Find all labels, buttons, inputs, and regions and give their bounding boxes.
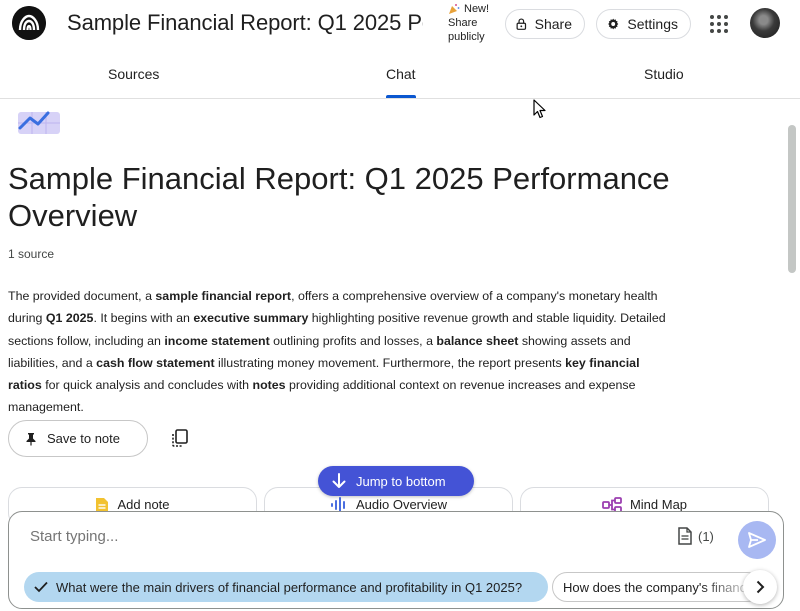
next-suggestions-button[interactable] [743, 570, 777, 604]
app-header: Sample Financial Report: Q1 2025 Perform… [0, 0, 800, 48]
send-button[interactable] [738, 521, 776, 559]
selected-sources-chip[interactable]: (1) [678, 527, 714, 545]
apps-grid-icon[interactable] [709, 14, 729, 34]
suggested-question-chip[interactable]: What were the main drivers of financial … [24, 572, 548, 602]
summary-text: . It begins with an [93, 311, 194, 326]
summary-keyword: Q1 2025 [45, 311, 94, 326]
share-publicly-label-2: publicly [448, 31, 485, 43]
share-button[interactable]: Share [505, 9, 585, 39]
settings-button[interactable]: Settings [596, 9, 691, 39]
summary-text: for quick analysis and concludes with [41, 378, 253, 393]
check-icon [34, 581, 48, 593]
arrow-down-icon [332, 473, 346, 488]
summary-keyword: notes [252, 378, 286, 393]
active-tab-indicator [386, 95, 416, 98]
suggested-question-chip-2[interactable]: How does the company's financial [552, 572, 762, 602]
page-title: Sample Financial Report: Q1 2025 Perform… [8, 161, 670, 233]
summary-keyword: sample financial report [155, 289, 292, 303]
suggested-question-text: What were the main drivers of financial … [56, 579, 523, 595]
share-button-label: Share [534, 16, 572, 32]
tab-studio[interactable]: Studio [644, 66, 684, 82]
share-publicly-label: Share [448, 17, 478, 29]
summary-keyword: income statement [164, 333, 270, 348]
scrollbar-thumb[interactable] [788, 125, 796, 273]
pin-icon [26, 432, 36, 445]
copy-icon[interactable] [170, 428, 190, 448]
new-badge-label: New! [464, 3, 490, 15]
chat-scrollbar[interactable] [786, 100, 796, 605]
summary-keyword: cash flow statement [96, 355, 215, 370]
tab-chat[interactable]: Chat [386, 66, 416, 82]
source-count: 1 source [8, 247, 55, 261]
summary-keyword: executive summary [193, 311, 309, 326]
notebook-summary: The provided document, a sample financia… [8, 285, 676, 419]
summary-text: The provided document, a [8, 289, 156, 303]
tab-sources[interactable]: Sources [108, 66, 159, 82]
chevron-right-icon [756, 580, 764, 594]
mouse-cursor-icon [533, 99, 546, 119]
notebook-title-header[interactable]: Sample Financial Report: Q1 2025 Perform… [67, 10, 423, 36]
new-badge: New! [448, 2, 489, 16]
jump-to-bottom-button[interactable]: Jump to bottom [318, 466, 474, 496]
avatar[interactable] [750, 8, 780, 38]
chat-composer: (1) What were the main drivers of financ… [8, 511, 784, 609]
chart-emoji-icon [18, 111, 60, 134]
notebooklm-logo-icon[interactable] [12, 6, 46, 40]
suggested-question-text-2: How does the company's financial [563, 579, 760, 595]
summary-text: illustrating money movement. Furthermore… [214, 355, 566, 370]
save-to-note-label: Save to note [47, 431, 120, 446]
summary-keyword: balance sheet [436, 333, 519, 348]
summary-text: outlining profits and losses, a [269, 333, 437, 348]
jump-to-bottom-label: Jump to bottom [356, 473, 446, 489]
lock-icon [516, 18, 527, 30]
gear-icon [608, 18, 619, 30]
settings-button-label: Settings [627, 16, 678, 32]
share-publicly-promo[interactable]: New! Share publicly [448, 2, 489, 44]
source-count-chip-label: (1) [698, 528, 714, 544]
send-icon [748, 532, 766, 548]
chat-input[interactable] [30, 528, 630, 545]
document-icon [678, 527, 692, 545]
panel-tabs: Sources Chat Studio [0, 52, 800, 99]
save-to-note-button[interactable]: Save to note [8, 420, 148, 457]
party-popper-icon [449, 4, 460, 14]
